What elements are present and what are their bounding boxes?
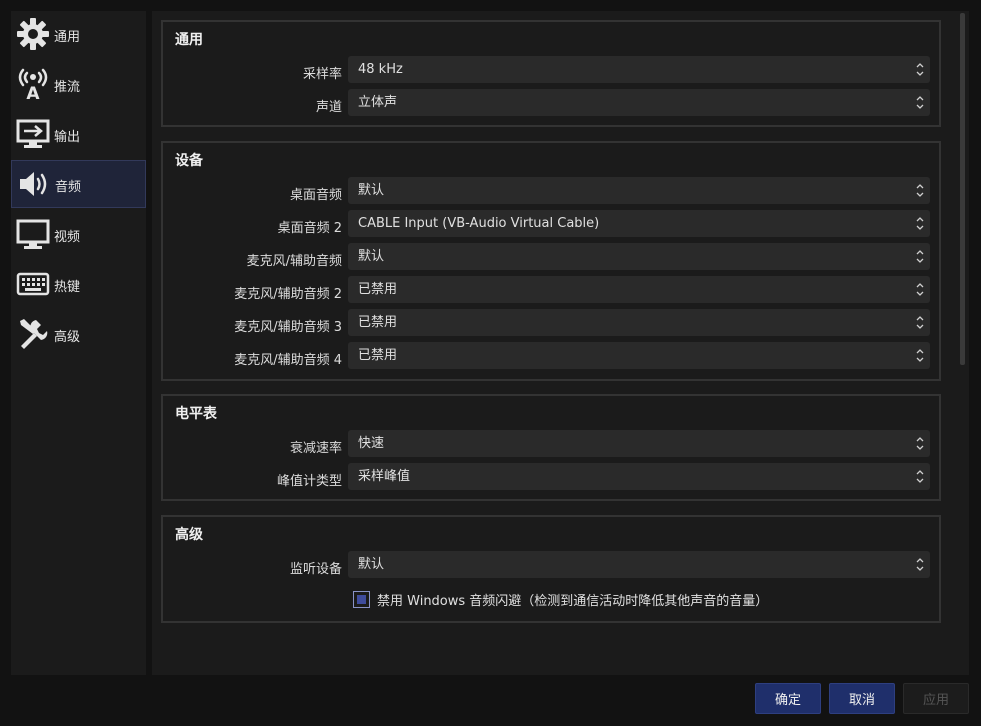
select-value: 采样峰值	[358, 469, 411, 484]
group-general: 通用 采样率 48 kHz 声道 立体声	[161, 20, 941, 127]
select-value: 快速	[358, 436, 385, 451]
select-arrows-icon	[916, 470, 924, 483]
select-arrows-icon	[916, 217, 924, 230]
group-devices: 设备 桌面音频 默认 桌面音频 2 CABLE Input (VB-Audio …	[161, 141, 941, 381]
row-label: 麦克风/辅助音频 2	[234, 287, 342, 302]
output-monitor-icon	[16, 117, 50, 151]
sidebar-item-general[interactable]: 通用	[11, 11, 146, 59]
desktop-audio-select[interactable]: 默认	[348, 177, 930, 204]
checkbox-label: 禁用 Windows 音频闪避（检测到通信活动时降低其他声音的音量）	[377, 593, 769, 609]
sidebar-item-label: 热键	[54, 280, 81, 295]
ok-button[interactable]: 确定	[755, 683, 821, 714]
select-value: 立体声	[358, 95, 398, 110]
select-arrows-icon	[916, 63, 924, 76]
ducking-checkbox[interactable]	[353, 590, 370, 608]
tools-icon	[16, 317, 50, 351]
mic-aux-select[interactable]: 默认	[348, 243, 930, 270]
group-meters: 电平表 衰减速率 快速 峰值计类型 采样峰值	[161, 394, 941, 501]
row-label: 采样率	[302, 67, 342, 82]
select-arrows-icon	[916, 558, 924, 571]
sidebar-item-label: 高级	[54, 330, 81, 345]
row-label: 麦克风/辅助音频	[246, 254, 342, 269]
select-arrows-icon	[916, 437, 924, 450]
sidebar-item-hotkeys[interactable]: 热键	[11, 261, 146, 309]
broadcast-antenna-icon: A	[16, 67, 50, 101]
select-value: 默认	[358, 183, 385, 198]
select-value: CABLE Input (VB-Audio Virtual Cable)	[358, 216, 600, 231]
row-label: 麦克风/辅助音频 3	[234, 320, 342, 335]
sidebar-item-stream[interactable]: A 推流	[11, 61, 146, 109]
desktop-audio-2-select[interactable]: CABLE Input (VB-Audio Virtual Cable)	[348, 210, 930, 237]
settings-sidebar: 通用 A 推流 输出 音频 视频 热键 高级	[11, 11, 146, 675]
sidebar-item-label: 视频	[54, 230, 81, 245]
row-label: 监听设备	[289, 562, 342, 577]
group-title: 电平表	[175, 406, 217, 422]
gear-icon	[16, 17, 50, 51]
keyboard-icon	[16, 267, 50, 301]
group-title: 高级	[175, 527, 203, 543]
sidebar-item-video[interactable]: 视频	[11, 211, 146, 259]
sidebar-item-label: 音频	[55, 180, 82, 195]
select-value: 已禁用	[358, 315, 398, 330]
group-title: 通用	[175, 32, 203, 48]
vertical-scrollbar[interactable]	[958, 11, 966, 366]
select-arrows-icon	[916, 283, 924, 296]
select-arrows-icon	[916, 316, 924, 329]
apply-button[interactable]: 应用	[903, 683, 969, 714]
channels-select[interactable]: 立体声	[348, 89, 930, 116]
peak-meter-type-select[interactable]: 采样峰值	[348, 463, 930, 490]
sidebar-item-advanced[interactable]: 高级	[11, 311, 146, 359]
mic-aux-3-select[interactable]: 已禁用	[348, 309, 930, 336]
decay-rate-select[interactable]: 快速	[348, 430, 930, 457]
audio-settings-panel: 通用 采样率 48 kHz 声道 立体声 设备 桌面音频 默认 桌面音频 2 C…	[152, 11, 969, 675]
settings-window: 通用 A 推流 输出 音频 视频 热键 高级 通用 采样率 48 kHz 声道 …	[0, 0, 981, 726]
sidebar-item-label: 推流	[54, 80, 81, 95]
select-value: 已禁用	[358, 282, 398, 297]
ducking-checkbox-row[interactable]: 禁用 Windows 音频闪避（检测到通信活动时降低其他声音的音量）	[353, 590, 769, 609]
select-arrows-icon	[916, 349, 924, 362]
row-label: 声道	[315, 100, 342, 115]
select-arrows-icon	[916, 184, 924, 197]
checkbox-checked-mark	[357, 594, 366, 604]
group-title: 设备	[175, 153, 203, 169]
row-label: 桌面音频	[289, 188, 342, 203]
select-value: 默认	[358, 557, 385, 572]
mic-aux-4-select[interactable]: 已禁用	[348, 342, 930, 369]
row-label: 麦克风/辅助音频 4	[234, 353, 342, 368]
monitoring-device-select[interactable]: 默认	[348, 551, 930, 578]
select-value: 48 kHz	[358, 62, 403, 77]
row-label: 衰减速率	[289, 441, 342, 456]
select-value: 默认	[358, 249, 385, 264]
sidebar-item-label: 通用	[54, 30, 81, 45]
monitor-icon	[16, 217, 50, 251]
speaker-icon	[17, 167, 51, 201]
select-arrows-icon	[916, 96, 924, 109]
sidebar-item-audio[interactable]: 音频	[11, 160, 146, 208]
cancel-button[interactable]: 取消	[829, 683, 895, 714]
sidebar-item-output[interactable]: 输出	[11, 111, 146, 159]
svg-text:A: A	[26, 84, 40, 101]
row-label: 峰值计类型	[276, 474, 342, 489]
scrollbar-thumb[interactable]	[960, 13, 965, 365]
row-label: 桌面音频 2	[277, 221, 342, 236]
select-arrows-icon	[916, 250, 924, 263]
sample-rate-select[interactable]: 48 kHz	[348, 56, 930, 83]
group-advanced: 高级 监听设备 默认 禁用 Windows 音频闪避（检测到通信活动时降低其他声…	[161, 515, 941, 623]
select-value: 已禁用	[358, 348, 398, 363]
mic-aux-2-select[interactable]: 已禁用	[348, 276, 930, 303]
sidebar-item-label: 输出	[54, 130, 81, 145]
